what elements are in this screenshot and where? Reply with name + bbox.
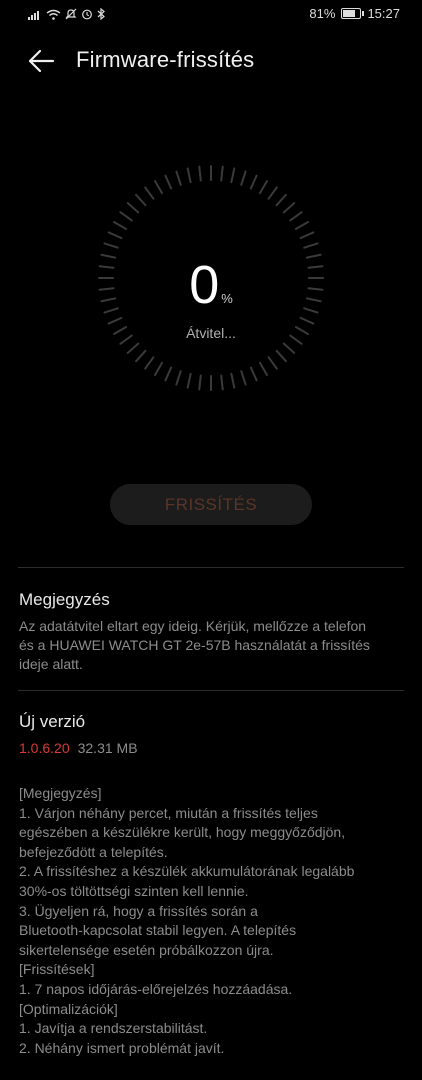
dial-tick: [126, 342, 140, 354]
release-note-line: befejeződött a telepítés.: [19, 843, 168, 860]
note-line: ideje alatt.: [19, 656, 83, 672]
dial-tick: [135, 193, 147, 207]
dial-tick: [259, 180, 268, 195]
dial-tick: [103, 242, 119, 249]
dial-tick: [126, 202, 140, 214]
signal-icon: [28, 10, 39, 20]
release-note-line: [Megjegyzés]: [19, 785, 102, 801]
dial-tick: [282, 202, 296, 214]
battery-percent: 81%: [309, 6, 336, 21]
status-bar: 81% 15:27: [0, 0, 422, 30]
silent-icon: [65, 8, 77, 20]
release-note-line: sikertelensége esetén próbálkozzon újra.: [19, 941, 274, 958]
new-version-title: Új verzió: [19, 712, 86, 731]
dial-tick: [107, 316, 123, 325]
progress-value: 0: [189, 255, 220, 315]
dial-tick: [198, 165, 202, 182]
release-note-line: [Optimalizációk]: [19, 1000, 118, 1017]
dial-tick: [144, 186, 155, 200]
dial-tick: [275, 193, 287, 207]
release-note-line: 2. A frissítéshez a készülék akkumulátor…: [19, 863, 355, 880]
dial-tick: [282, 342, 296, 354]
progress-readout: 0%: [0, 258, 422, 312]
note-body: Az adatátvitel eltart egy ideig. Kérjük,…: [19, 617, 407, 674]
update-button[interactable]: FRISSÍTÉS: [110, 484, 312, 525]
page-title: Firmware-frissítés: [76, 47, 255, 72]
version-row: 1.0.6.20 32.31 MB: [19, 740, 138, 756]
release-note-line: 1. 7 napos időjárás-előrejelzés hozzáadá…: [19, 980, 293, 997]
dial-tick: [107, 231, 123, 240]
dial-tick: [175, 170, 182, 186]
release-note-line: 1. Várjon néhány percet, miután a frissí…: [19, 804, 318, 821]
release-note-line: egészében a készülékre került, hogy megg…: [19, 824, 346, 841]
dial-tick: [230, 372, 236, 389]
release-note-line: 1. Javítja a rendszerstabilitást.: [19, 1020, 208, 1037]
dial-tick: [303, 242, 319, 249]
progress-unit: %: [221, 291, 233, 306]
dial-tick: [275, 349, 287, 363]
version-size: 32.31 MB: [77, 740, 138, 756]
dial-tick: [164, 174, 173, 190]
dial-tick: [144, 356, 155, 370]
note-line: Az adatátvitel eltart egy ideig. Kérjük,…: [19, 618, 367, 634]
dial-tick: [119, 211, 133, 222]
dial-tick: [230, 167, 236, 184]
dial-tick: [299, 316, 315, 325]
clock: 15:27: [367, 6, 400, 21]
bluetooth-icon: [97, 8, 105, 20]
dial-tick: [240, 170, 247, 186]
app-header: Firmware-frissítés: [0, 38, 422, 82]
divider: [18, 690, 404, 691]
release-note-line: Bluetooth-kapcsolat stabil legyen. A tel…: [19, 922, 297, 939]
dial-tick: [299, 231, 315, 240]
transfer-status: Átvitel...: [186, 325, 236, 341]
dial-tick: [186, 167, 192, 184]
dial-tick: [154, 180, 163, 195]
dial-tick: [113, 221, 128, 230]
dial-tick: [164, 366, 173, 382]
battery-icon: [341, 8, 365, 19]
dial-tick: [175, 370, 182, 386]
version-number: 1.0.6.20: [19, 740, 70, 756]
wifi-icon: [46, 9, 61, 20]
release-note-line: [Frissítések]: [19, 961, 95, 978]
release-note-line: 30%-os töltöttségi szinten kell lennie.: [19, 882, 249, 899]
dial-tick: [249, 366, 258, 382]
battery-fill: [343, 10, 356, 17]
dial-tick: [259, 361, 268, 376]
dial-tick: [220, 374, 224, 391]
dial-tick: [289, 211, 303, 222]
dial-tick: [249, 174, 258, 190]
dial-tick: [267, 186, 278, 200]
dial-tick: [135, 349, 147, 363]
status-icons: [28, 8, 106, 20]
note-line: és a HUAWEI WATCH GT 2e-57B használatát …: [19, 637, 370, 653]
back-arrow-icon[interactable]: [26, 46, 56, 76]
dial-tick: [267, 356, 278, 370]
dial-tick: [240, 370, 247, 386]
alarm-icon: [82, 9, 92, 20]
divider: [18, 567, 404, 568]
release-note-line: 3. Ügyeljen rá, hogy a frissítés során a: [19, 902, 258, 919]
dial-tick: [220, 165, 224, 182]
note-title: Megjegyzés: [19, 590, 110, 609]
dial-tick: [198, 374, 202, 391]
dial-tick: [294, 221, 309, 230]
dial-tick: [186, 372, 192, 389]
release-note-line: 2. Néhány ismert problémát javít.: [19, 1039, 225, 1056]
release-notes: [Megjegyzés] 1. Várjon néhány percet, mi…: [19, 784, 411, 1058]
status-right: 81% 15:27: [309, 6, 400, 21]
dial-tick: [154, 361, 163, 376]
